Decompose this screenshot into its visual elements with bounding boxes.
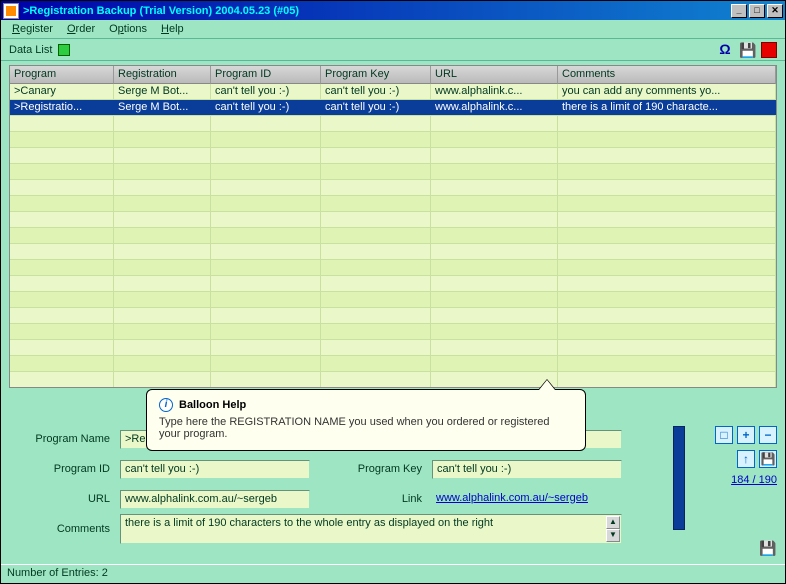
col-programid[interactable]: Program ID (211, 66, 321, 84)
table-row-empty (10, 116, 776, 132)
col-url[interactable]: URL (431, 66, 558, 84)
cell-programkey: can't tell you :-) (321, 100, 431, 115)
col-programkey[interactable]: Program Key (321, 66, 431, 84)
table-body: >Canary Serge M Bot... can't tell you :-… (10, 84, 776, 388)
table-header: Program Registration Program ID Program … (10, 66, 776, 84)
cell-registration: Serge M Bot... (114, 84, 211, 99)
table-row[interactable]: >Canary Serge M Bot... can't tell you :-… (10, 84, 776, 100)
cell-registration: Serge M Bot... (114, 100, 211, 115)
char-counter[interactable]: 184 / 190 (731, 474, 777, 486)
label-link: Link (316, 493, 426, 505)
side-panel: □ + − ↑ 💾 184 / 190 💾 (681, 426, 777, 558)
col-registration[interactable]: Registration (114, 66, 211, 84)
table-row-empty (10, 340, 776, 356)
comments-scrollbar[interactable]: ▲ ▼ (606, 516, 620, 542)
scroll-up-icon[interactable]: ▲ (606, 516, 620, 529)
entry-size-bar (673, 426, 685, 530)
toolbar: Data List Ω 💾 (1, 39, 785, 61)
cell-comments: you can add any comments yo... (558, 84, 776, 99)
label-program-id: Program ID (9, 463, 114, 475)
omega-icon[interactable]: Ω (717, 42, 733, 58)
table-row-empty (10, 324, 776, 340)
table-row-empty (10, 164, 776, 180)
table-row-empty (10, 260, 776, 276)
table-row-empty (10, 212, 776, 228)
cell-url: www.alphalink.c... (431, 100, 558, 115)
data-table: Program Registration Program ID Program … (9, 65, 777, 388)
toolbar-label: Data List (9, 44, 52, 56)
label-url: URL (9, 493, 114, 505)
cell-comments: there is a limit of 190 characte... (558, 100, 776, 115)
titlebar: >Registration Backup (Trial Version) 200… (1, 1, 785, 20)
link-url[interactable]: www.alphalink.com.au/~sergeb (432, 490, 622, 509)
table-row-empty (10, 356, 776, 372)
info-icon: i (159, 398, 173, 412)
table-row-empty (10, 308, 776, 324)
table-row[interactable]: >Registratio... Serge M Bot... can't tel… (10, 100, 776, 116)
table-row-empty (10, 244, 776, 260)
new-button[interactable]: □ (715, 426, 733, 444)
menu-help[interactable]: Help (154, 21, 191, 37)
remove-button[interactable]: − (759, 426, 777, 444)
table-row-empty (10, 276, 776, 292)
save-icon[interactable]: 💾 (739, 42, 755, 58)
balloon-body: Type here the REGISTRATION NAME you used… (159, 416, 573, 440)
stop-icon[interactable] (761, 42, 777, 58)
input-url[interactable]: www.alphalink.com.au/~sergeb (120, 490, 310, 509)
table-row-empty (10, 180, 776, 196)
table-row-empty (10, 372, 776, 388)
export-icon[interactable]: 💾 (759, 540, 777, 558)
app-icon (3, 3, 19, 19)
menu-register[interactable]: Register (5, 21, 60, 37)
label-comments: Comments (9, 523, 114, 535)
scroll-down-icon[interactable]: ▼ (606, 529, 620, 542)
table-row-empty (10, 132, 776, 148)
table-row-empty (10, 196, 776, 212)
input-comments[interactable]: there is a limit of 190 characters to th… (120, 514, 622, 544)
cell-url: www.alphalink.c... (431, 84, 558, 99)
close-button[interactable]: ✕ (767, 4, 783, 18)
table-row-empty (10, 292, 776, 308)
table-row-empty (10, 228, 776, 244)
col-comments[interactable]: Comments (558, 66, 776, 84)
table-row-empty (10, 148, 776, 164)
app-window: >Registration Backup (Trial Version) 200… (0, 0, 786, 584)
cell-program: >Canary (10, 84, 114, 99)
window-controls: _ □ ✕ (731, 4, 783, 18)
datalist-indicator-icon (58, 44, 70, 56)
balloon-tooltip: i Balloon Help Type here the REGISTRATIO… (146, 389, 586, 451)
status-text: Number of Entries: 2 (7, 567, 108, 579)
up-button[interactable]: ↑ (737, 450, 755, 468)
cell-program: >Registratio... (10, 100, 114, 115)
label-program-name: Program Name (9, 433, 114, 445)
input-program-id[interactable]: can't tell you :-) (120, 460, 310, 479)
menubar: Register Order Options Help (1, 20, 785, 39)
input-program-key[interactable]: can't tell you :-) (432, 460, 622, 479)
col-program[interactable]: Program (10, 66, 114, 84)
menu-options[interactable]: Options (102, 21, 154, 37)
titlebar-text: >Registration Backup (Trial Version) 200… (23, 5, 731, 17)
save-button[interactable]: 💾 (759, 450, 777, 468)
add-button[interactable]: + (737, 426, 755, 444)
balloon-title: Balloon Help (179, 399, 246, 411)
statusbar: Number of Entries: 2 (1, 564, 785, 583)
minimize-button[interactable]: _ (731, 4, 747, 18)
maximize-button[interactable]: □ (749, 4, 765, 18)
menu-order[interactable]: Order (60, 21, 102, 37)
cell-programkey: can't tell you :-) (321, 84, 431, 99)
cell-programid: can't tell you :-) (211, 100, 321, 115)
label-program-key: Program Key (316, 463, 426, 475)
cell-programid: can't tell you :-) (211, 84, 321, 99)
